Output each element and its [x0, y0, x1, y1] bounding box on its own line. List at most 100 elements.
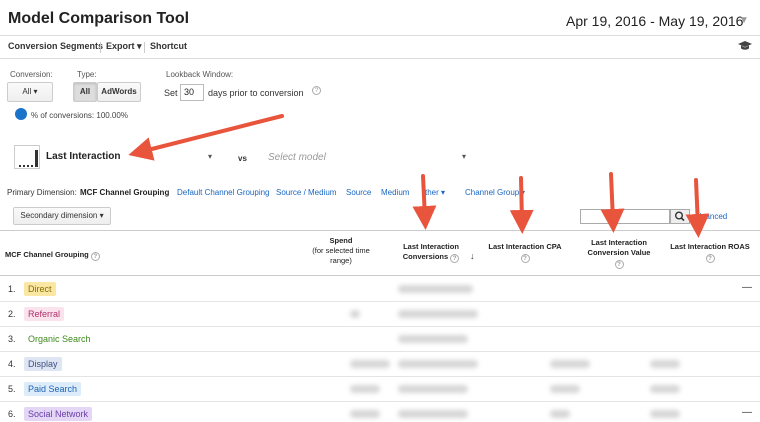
help-icon[interactable]: ? [614, 260, 624, 269]
annotation-arrow [128, 114, 284, 161]
table-row[interactable]: 4. Display [0, 352, 760, 377]
redacted-value [398, 285, 473, 293]
conversion-dropdown-value: All [22, 87, 32, 96]
help-icon[interactable]: ? [520, 254, 530, 263]
table-row[interactable]: 2. Referral [0, 302, 760, 327]
row-number: 6. [8, 409, 16, 419]
primary-model-select[interactable]: Last Interaction [46, 151, 120, 162]
type-all-button[interactable]: All [73, 82, 97, 102]
conversion-dropdown[interactable]: All ▾ [7, 82, 53, 102]
search-button[interactable] [670, 209, 690, 224]
search-icon [674, 211, 685, 222]
channel-link[interactable]: Paid Search [24, 382, 82, 396]
channel-groupings-label: Channel Groupi [465, 188, 522, 197]
channel-link[interactable]: Referral [24, 307, 65, 321]
page-title: Model Comparison Tool [8, 10, 190, 27]
chevron-down-icon: ▾ [33, 87, 38, 96]
primary-dimension-bar: Primary Dimension: MCF Channel Grouping … [0, 185, 760, 201]
dimension-link-source[interactable]: Source [346, 188, 371, 197]
dimension-link-channel-groupings[interactable]: Channel Groupi▾ [465, 188, 525, 197]
chevron-down-icon: ▾ [441, 188, 446, 197]
column-header-roas[interactable]: Last Interaction ROAS ? [664, 242, 756, 263]
lookback-suffix: days prior to conversion [208, 88, 304, 98]
row-number: 5. [8, 384, 16, 394]
table-row[interactable]: 3. Organic Search [0, 327, 760, 352]
export-button[interactable]: Export ▾ [106, 41, 142, 52]
redacted-value [350, 410, 380, 418]
conversion-value-header-line1: Last Interaction [591, 238, 647, 247]
dimension-link-source-medium[interactable]: Source / Medium [276, 188, 336, 197]
chevron-down-icon[interactable]: ▾ [462, 152, 466, 161]
table-row[interactable]: 1. Direct — [0, 277, 760, 302]
column-header-spend[interactable]: Spend (for selected time range) [306, 236, 376, 266]
chevron-down-icon: ▾ [99, 211, 104, 220]
type-label: Type: [77, 70, 97, 79]
column-header-cpa[interactable]: Last Interaction CPA ? [484, 242, 566, 263]
date-range[interactable]: Apr 19, 2016 - May 19, 2016 [566, 13, 743, 29]
table-header: MCF Channel Grouping ? Spend (for select… [0, 230, 760, 276]
help-icon[interactable]: ? [312, 86, 321, 95]
redacted-value [350, 310, 360, 318]
search-input[interactable] [580, 209, 670, 224]
redacted-value [398, 310, 478, 318]
table-row[interactable]: 5. Paid Search [0, 377, 760, 402]
conversions-header-line2: Conversions ? [394, 252, 468, 263]
date-separator: - [650, 13, 655, 29]
column-header-conversions[interactable]: Last Interaction Conversions ? [394, 242, 468, 263]
redacted-value [398, 410, 468, 418]
redacted-value [550, 410, 570, 418]
chevron-down-icon[interactable]: ▾ [208, 152, 212, 161]
column-header-conversion-value[interactable]: Last Interaction Conversion Value ? [582, 238, 656, 269]
column-header-channel[interactable]: MCF Channel Grouping ? [5, 250, 100, 261]
dimension-link-other[interactable]: ther ▾ [425, 188, 445, 197]
channel-link[interactable]: Organic Search [24, 332, 95, 346]
vs-label: vs [238, 154, 247, 163]
help-icon[interactable]: ? [450, 254, 460, 263]
redacted-value [398, 385, 468, 393]
conversion-segments-button[interactable]: Conversion Segments [8, 41, 103, 51]
redacted-value [398, 335, 468, 343]
roas-header-label: Last Interaction ROAS [670, 242, 750, 251]
other-label: ther [425, 188, 439, 197]
conversion-label: Conversion: [10, 70, 53, 79]
conversion-value-header-line2: Conversion Value [587, 248, 651, 257]
redacted-value [650, 410, 680, 418]
advanced-link[interactable]: dvanced [697, 212, 727, 221]
channel-link[interactable]: Direct [24, 282, 56, 296]
type-adwords-button[interactable]: AdWords [97, 82, 141, 102]
channel-link[interactable]: Display [24, 357, 62, 371]
channel-link[interactable]: Social Network [24, 407, 93, 421]
help-icon[interactable]: ? [90, 252, 100, 261]
cpa-header-label: Last Interaction CPA [488, 242, 562, 251]
row-number: 3. [8, 334, 16, 344]
toolbar: Conversion Segments Export ▾ Shortcut [0, 35, 760, 59]
dimension-link-default-channel-grouping[interactable]: Default Channel Grouping [177, 188, 270, 197]
chevron-down-icon: ▾ [521, 188, 526, 197]
lookback-label: Lookback Window: [166, 70, 234, 79]
toolbar-divider [100, 42, 101, 53]
redacted-value [650, 360, 680, 368]
lookback-days-input[interactable]: 30 [180, 84, 204, 101]
row-number: 1. [8, 284, 16, 294]
roas-value: — [742, 407, 752, 418]
secondary-model-select[interactable]: Select model [268, 152, 326, 163]
redacted-value [550, 360, 590, 368]
date-start: Apr 19, 2016 [566, 13, 647, 29]
lookback-set-label: Set [164, 88, 178, 98]
table-row[interactable]: 6. Social Network — [0, 402, 760, 422]
export-label: Export [106, 41, 135, 51]
spend-header-line2: (for selected time [312, 246, 370, 255]
primary-dimension-label: Primary Dimension: [7, 188, 77, 197]
spend-header-line1: Spend [329, 236, 353, 245]
chevron-down-icon: ▾ [137, 41, 142, 51]
graduation-cap-icon[interactable] [738, 41, 752, 51]
date-dropdown-icon[interactable]: ▼ [738, 14, 750, 28]
redacted-value [398, 360, 478, 368]
secondary-dimension-button[interactable]: Secondary dimension ▾ [13, 207, 111, 225]
help-icon[interactable]: ? [705, 254, 715, 263]
row-number: 2. [8, 309, 16, 319]
sort-descending-icon[interactable]: ↓ [470, 251, 475, 261]
percent-of-conversions: % of conversions: 100.00% [31, 111, 128, 120]
dimension-link-medium[interactable]: Medium [381, 188, 409, 197]
shortcut-button[interactable]: Shortcut [150, 41, 187, 51]
